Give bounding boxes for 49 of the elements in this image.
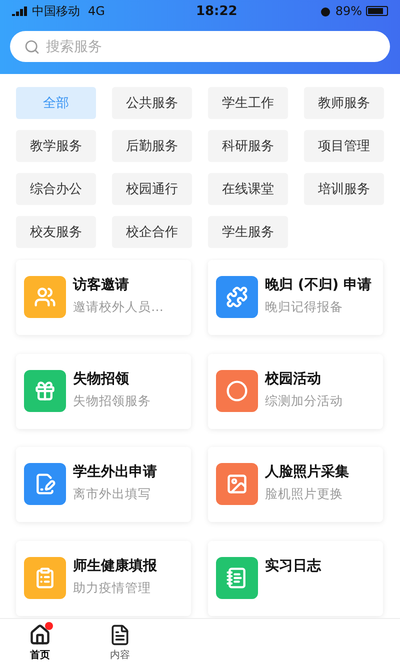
service-card[interactable]: 人脸照片采集 脸机照片更换 — [208, 447, 383, 522]
service-card[interactable]: 晚归 (不归) 申请 晚归记得报备 — [208, 260, 383, 335]
service-title: 师生健康填报 — [73, 556, 157, 574]
search-field[interactable]: 搜索服务 — [10, 31, 390, 62]
category-tab[interactable]: 校园通行 — [112, 173, 192, 205]
service-card[interactable]: 访客邀请 邀请校外人员… — [16, 260, 191, 335]
category-tab[interactable]: 校企合作 — [112, 216, 192, 248]
service-title: 访客邀请 — [73, 276, 130, 294]
service-card[interactable]: 实习日志 — [208, 540, 383, 616]
category-tab[interactable]: 在线课堂 — [208, 173, 288, 205]
category-tab[interactable]: 综合办公 — [16, 173, 96, 205]
service-card[interactable]: 校园活动 综测加分活动 — [208, 354, 383, 428]
nav-tab[interactable]: 首页 — [0, 619, 80, 666]
category-tab[interactable]: 公共服务 — [112, 87, 192, 119]
category-tab[interactable]: 科研服务 — [208, 130, 288, 162]
service-subtitle: 邀请校外人员… — [73, 299, 164, 316]
service-card[interactable]: 失物招领 失物招领服务 — [16, 354, 191, 428]
carrier-text: 中国移动 — [32, 2, 80, 20]
network-text: 4G — [88, 4, 105, 18]
nav-tab[interactable]: 内容 — [80, 619, 160, 666]
category-tab[interactable]: 学生工作 — [208, 87, 288, 119]
battery-text: 89% — [335, 4, 362, 18]
service-subtitle: 综测加分活动 — [265, 392, 343, 410]
category-tab[interactable]: 校友服务 — [16, 216, 96, 248]
clock-text: 18:22 — [194, 4, 238, 18]
service-title: 失物招领 — [73, 370, 130, 388]
service-title: 校园活动 — [265, 370, 322, 388]
service-subtitle: 失物招领服务 — [73, 392, 151, 410]
category-tab[interactable]: 教师服务 — [304, 87, 384, 119]
category-tab[interactable]: 培训服务 — [304, 173, 384, 205]
service-title: 晚归 (不归) 申请 — [265, 276, 372, 294]
service-subtitle: 晚归记得报备 — [265, 299, 344, 316]
battery-icon — [366, 6, 388, 16]
search-icon — [24, 39, 40, 55]
service-card[interactable]: 学生外出申请 离市外出填写 — [16, 447, 191, 522]
service-title: 人脸照片采集 — [265, 463, 349, 481]
category-tab[interactable]: 后勤服务 — [112, 130, 192, 162]
signal-icon — [12, 6, 28, 16]
service-subtitle: 离市外出填写 — [73, 486, 152, 503]
home-icon — [29, 624, 51, 646]
service-title: 学生外出申请 — [73, 463, 157, 481]
service-subtitle: 助力疫情管理 — [73, 580, 152, 596]
service-title: 实习日志 — [265, 556, 321, 574]
category-tab[interactable]: 学生服务 — [208, 216, 288, 248]
category-tab[interactable]: 教学服务 — [16, 130, 96, 162]
service-card[interactable]: 师生健康填报 助力疫情管理 — [16, 540, 191, 616]
document-icon — [109, 624, 131, 646]
service-subtitle: 脸机照片更换 — [265, 486, 344, 503]
category-tab[interactable]: 项目管理 — [304, 130, 384, 162]
